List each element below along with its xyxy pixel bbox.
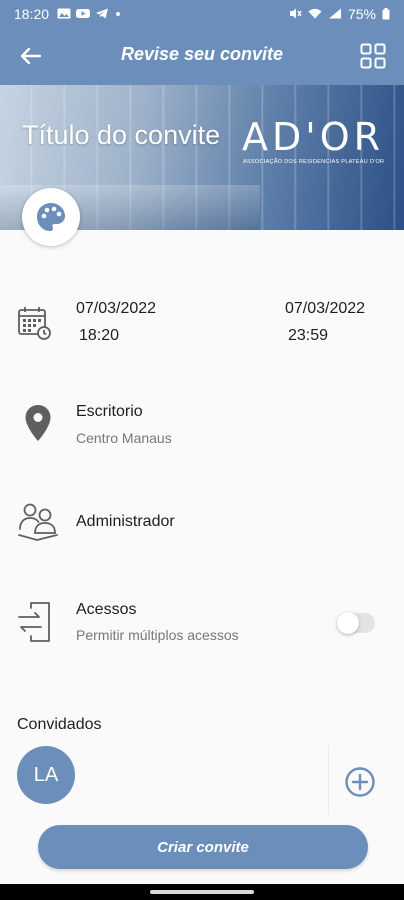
- users-icon: [18, 503, 58, 541]
- grid-view-button[interactable]: [360, 43, 386, 69]
- start-time[interactable]: 18:20: [79, 327, 119, 345]
- create-invite-button[interactable]: Criar convite: [38, 825, 368, 869]
- end-time[interactable]: 23:59: [288, 327, 328, 345]
- youtube-icon: [76, 9, 91, 18]
- wifi-icon: [308, 8, 322, 19]
- grid-icon: [360, 43, 386, 69]
- brand-subtitle: ASSOCIAÇÃO DOS RESIDENCIAS PLATEAU D'OR: [243, 159, 385, 165]
- login-icon: [18, 602, 50, 642]
- brand-logo: AD'OR: [242, 115, 385, 159]
- multiple-access-toggle[interactable]: [337, 612, 375, 634]
- start-date[interactable]: 07/03/2022: [76, 300, 156, 318]
- guest-avatar[interactable]: LA: [17, 746, 75, 804]
- host-role: Administrador: [76, 513, 175, 530]
- invite-title: Título do convite: [22, 120, 221, 150]
- location-pin-icon: [25, 405, 51, 441]
- guest-initials: LA: [33, 763, 59, 786]
- access-subtitle: Permitir múltiplos acessos: [76, 627, 239, 643]
- location-name: Escritorio: [76, 403, 143, 420]
- theme-button[interactable]: [22, 188, 80, 246]
- guests-divider: [328, 745, 329, 815]
- notification-icons: [57, 8, 121, 19]
- page-title: Revise seu convite: [120, 44, 284, 64]
- status-bar: 18:20 75%: [0, 0, 404, 27]
- location-place: Centro Manaus: [76, 430, 172, 446]
- telegram-icon: [96, 8, 109, 19]
- plus-circle-icon: [345, 767, 375, 797]
- app-bar: Revise seu convite: [0, 27, 404, 85]
- palette-icon: [37, 203, 65, 231]
- dot-icon: [116, 11, 121, 16]
- access-title: Acessos: [76, 601, 137, 618]
- add-guest-button[interactable]: [344, 766, 376, 798]
- status-time: 18:20: [14, 5, 50, 22]
- guests-label: Convidados: [17, 716, 102, 733]
- home-gesture-pill[interactable]: [150, 890, 254, 894]
- battery-icon: [382, 7, 390, 19]
- system-indicators: 75%: [288, 6, 390, 22]
- toggle-knob: [337, 612, 359, 634]
- signal-icon: [328, 8, 341, 19]
- gallery-icon: [57, 8, 71, 19]
- mute-icon: [289, 8, 302, 19]
- battery-percent: 75%: [347, 5, 376, 22]
- end-date[interactable]: 07/03/2022: [285, 300, 365, 318]
- calendar-clock-icon: [18, 307, 51, 340]
